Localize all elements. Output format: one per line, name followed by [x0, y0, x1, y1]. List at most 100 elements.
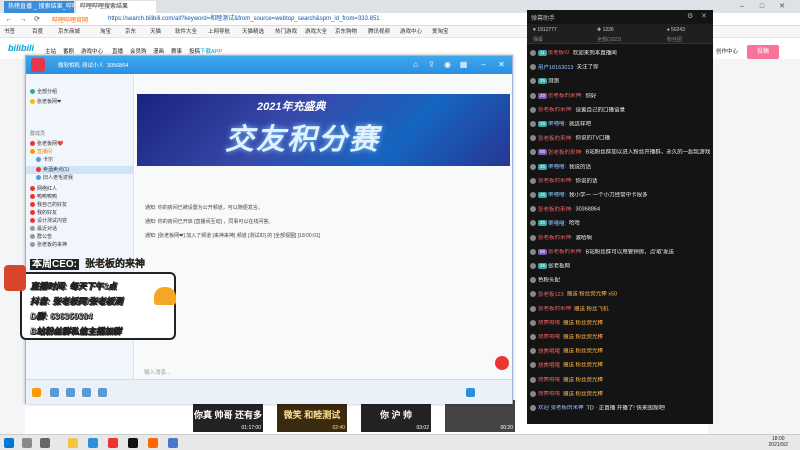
forward-icon[interactable]: → [16, 13, 30, 26]
sidebar-item[interactable]: 张老板网❤ [26, 98, 134, 106]
bilibili-logo[interactable]: bilibili [8, 43, 34, 53]
bili-nav-item[interactable]: 赛事 [171, 47, 182, 55]
bookmark-item[interactable]: 游戏中心 [400, 28, 422, 36]
video-thumbnail[interactable]: 你 沪 帅 03:02 [361, 400, 431, 432]
url-input[interactable]: https://search.bilibili.com/all?keyword=… [108, 15, 478, 24]
bili-nav-item[interactable]: 投稿 [189, 47, 200, 55]
username[interactable]: 张老板123 [538, 292, 564, 298]
close-icon[interactable]: ✕ [775, 0, 789, 13]
sidebar-item[interactable]: 网络红人 [26, 185, 134, 193]
bookmark-item[interactable]: 腾讯视频 [368, 28, 390, 36]
taskview-icon[interactable] [40, 438, 50, 448]
maximize-icon[interactable]: □ [755, 0, 769, 13]
home-icon[interactable]: ⌂ [410, 60, 421, 70]
bili-nav-item[interactable]: 番剧 [63, 47, 74, 55]
bookmark-item[interactable]: 京东购物 [335, 28, 357, 36]
screen-share-icon[interactable] [98, 388, 107, 397]
bili-nav-item[interactable]: 直播 [112, 47, 123, 55]
bili-nav-item[interactable]: 主站 [45, 47, 56, 55]
mic-icon[interactable] [50, 388, 59, 397]
sidebar-item[interactable]: 最近对话 [26, 225, 134, 233]
username[interactable]: 烧焦哦哦 [538, 391, 560, 397]
bookmark-item[interactable]: 游戏大全 [305, 28, 327, 36]
username[interactable]: 张老板的来神: [538, 207, 573, 213]
sidebar-item[interactable]: 直播间 [26, 148, 134, 156]
username[interactable]: 烧焦哦哦 [538, 334, 560, 340]
message-input[interactable]: 输入消息... [144, 368, 444, 378]
bookmark-item[interactable]: 热门游戏 [275, 28, 297, 36]
sidebar-item-selected[interactable]: 卖酒卖点(1) [26, 166, 134, 174]
browser-tab-active[interactable]: 热榜直播 _ 搜索结果_哔哩哔哩_bilibili [4, 1, 74, 13]
username[interactable]: 张老板的来神: [548, 93, 583, 99]
send-icon[interactable] [466, 388, 475, 397]
game-icon[interactable]: ◉ [442, 60, 453, 70]
app-icon[interactable] [108, 438, 118, 448]
username[interactable]: 烧焦哦哦 [538, 320, 560, 326]
username[interactable]: 用户18163013 [538, 65, 573, 71]
sidebar-item[interactable]: 我的好友 [26, 209, 134, 217]
bookmark-item[interactable]: 书签 [4, 28, 15, 36]
avatar[interactable] [495, 356, 509, 370]
bili-nav-item[interactable]: 漫画 [153, 47, 164, 55]
video-icon[interactable] [82, 388, 91, 397]
username[interactable]: 栗喵喵: [548, 192, 566, 198]
browser-tab[interactable]: 哔哩哔哩搜索结果 [76, 1, 156, 13]
username[interactable]: 烧焦哦哦 [538, 377, 560, 383]
sidebar-item[interactable]: 张老板的来神 [26, 241, 134, 249]
username[interactable]: 张老板的来神: [548, 249, 583, 255]
bookmark-item[interactable]: 百度 [32, 28, 43, 36]
bili-nav-item[interactable]: 会员购 [130, 47, 147, 55]
share-icon[interactable]: ⇪ [426, 60, 437, 70]
username[interactable]: 张老板的来神: [548, 150, 583, 156]
bookmark-item[interactable]: 京东商城 [58, 28, 80, 36]
username[interactable]: 烧焦哦哦 [538, 349, 560, 355]
username[interactable]: 栗喵喵: [548, 121, 566, 127]
start-icon[interactable] [4, 438, 14, 448]
sidebar-item[interactable]: 鸭鸭鸭鸭 [26, 193, 134, 201]
history-link[interactable]: 创作中心 [716, 47, 738, 55]
sidebar-item[interactable]: 全部分组 [26, 88, 134, 96]
speaker-icon[interactable] [66, 388, 75, 397]
bookmark-item[interactable]: 上网导航 [208, 28, 230, 36]
username[interactable]: 栗喵喵: [548, 221, 566, 227]
sidebar-item[interactable]: 卡尔 [26, 156, 134, 164]
event-banner[interactable]: 2021年充盛典 交友积分赛 [137, 94, 510, 166]
browser-icon[interactable] [88, 438, 98, 448]
sidebar-item[interactable]: 设计测试内容 [26, 217, 134, 225]
tab-fanclub[interactable]: 粉丝团 [667, 36, 682, 43]
app-icon[interactable] [168, 438, 178, 448]
avatar[interactable] [31, 58, 45, 72]
folder-icon[interactable] [68, 438, 78, 448]
bili-nav-item[interactable]: 下载APP [200, 47, 222, 55]
close-icon[interactable]: ✕ [496, 60, 507, 70]
settings-icon[interactable]: ⚙ [687, 12, 693, 20]
username[interactable]: 张老板的来神: [538, 178, 573, 184]
sidebar-item[interactable]: 群公告 [26, 233, 134, 241]
grid-icon[interactable]: ▦ [458, 60, 469, 70]
search-icon[interactable] [22, 438, 32, 448]
tab-all[interactable]: 全部(1022) [597, 36, 621, 43]
username[interactable]: 栗喵喵: [548, 164, 566, 170]
bookmark-item[interactable]: 软件大全 [175, 28, 197, 36]
refresh-icon[interactable]: ⟳ [30, 13, 44, 26]
sidebar-item[interactable]: 张老板网❤️ [26, 140, 134, 148]
video-thumbnail[interactable]: 你真 帅哥 还有多远01:17:00 [193, 400, 263, 432]
sidebar-item[interactable]: 我自己的好友 [26, 201, 134, 209]
bili-nav-item[interactable]: 游戏中心 [81, 47, 103, 55]
avatar[interactable] [32, 388, 41, 397]
username[interactable]: 张老板的来神: [538, 136, 573, 142]
username[interactable]: 张老板的来神: [538, 107, 573, 113]
back-icon[interactable]: ← [2, 13, 16, 26]
bookmark-item[interactable]: 爱淘宝 [432, 28, 449, 36]
minimize-icon[interactable]: – [735, 0, 749, 13]
video-thumbnail[interactable]: 微笑 和睦测试 02:40 [277, 400, 347, 432]
video-thumbnail[interactable]: 00:20 [445, 400, 515, 432]
username[interactable]: 张老板的来神: [538, 235, 573, 241]
close-icon[interactable]: ✕ [701, 12, 707, 20]
bookmark-item[interactable]: 淘宝 [100, 28, 111, 36]
minimize-icon[interactable]: – [478, 60, 489, 70]
bookmark-item[interactable]: 天猫 [150, 28, 161, 36]
bookmark-item[interactable]: 天猫精选 [242, 28, 264, 36]
upload-button[interactable]: 投稿 [747, 45, 779, 59]
username[interactable]: 张老板的来神 [538, 306, 571, 312]
